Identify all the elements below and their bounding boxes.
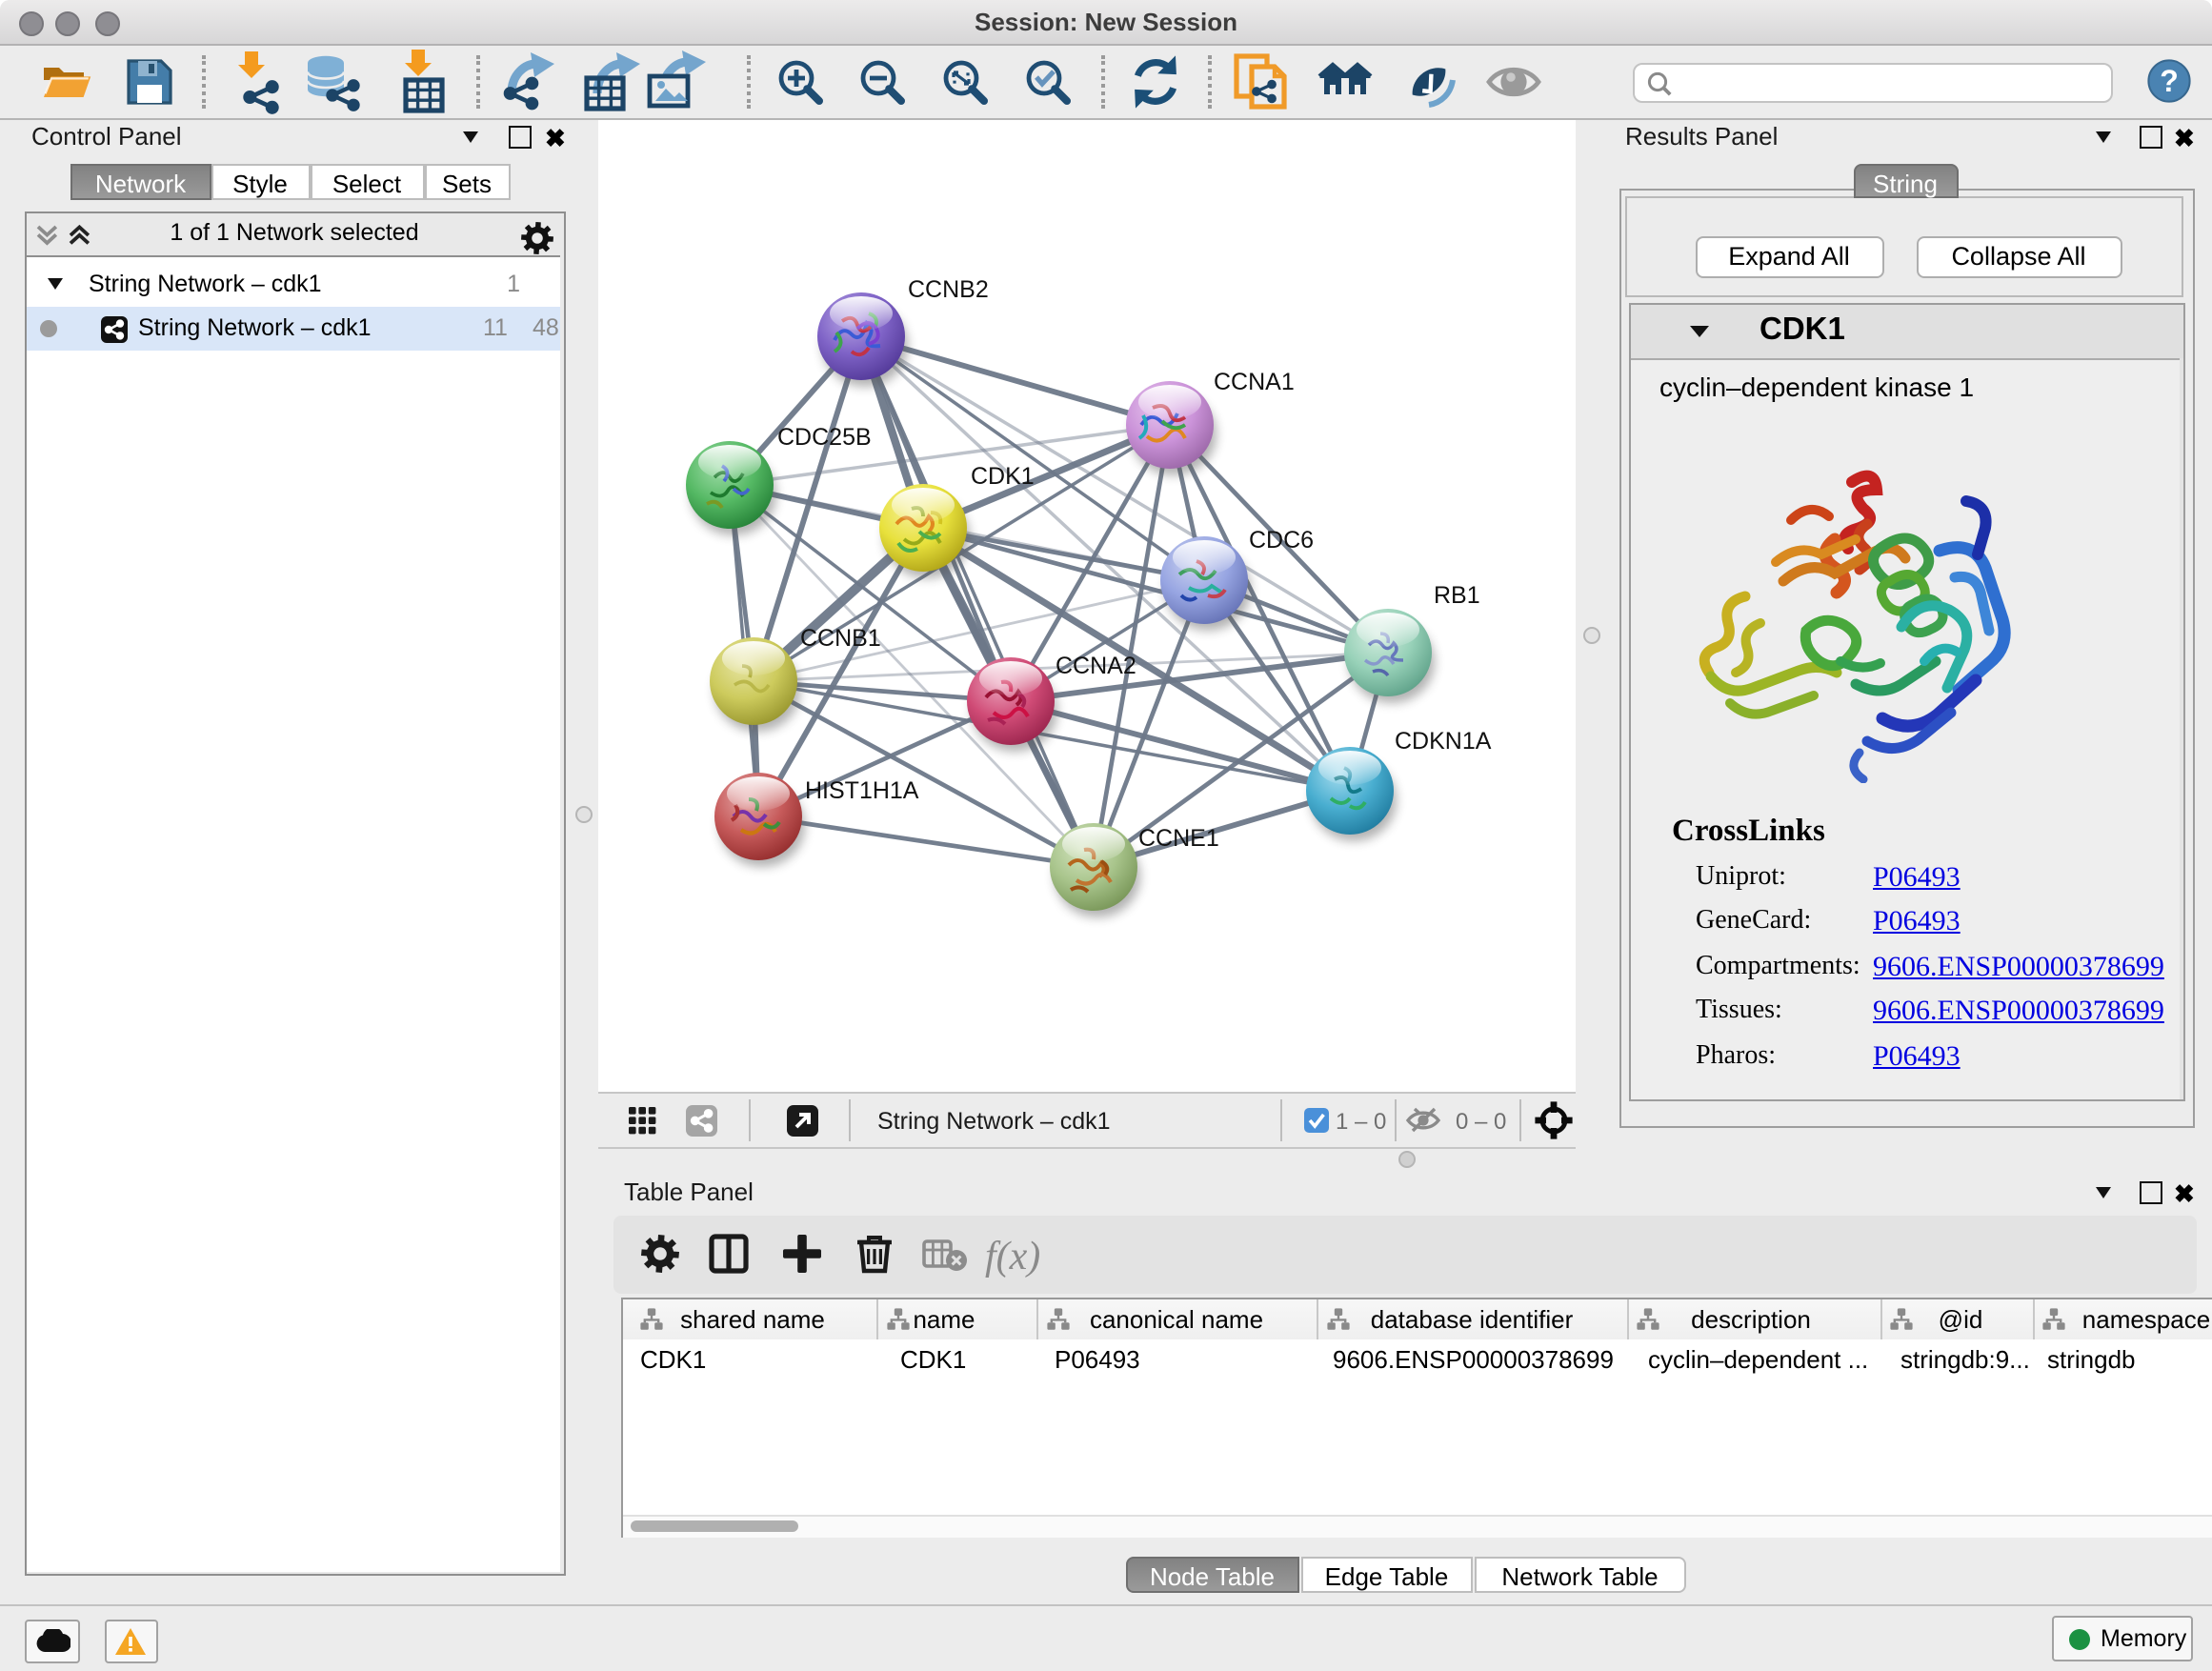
svg-text:0 – 0: 0 – 0 — [1455, 1108, 1505, 1134]
svg-text:RB1: RB1 — [1433, 581, 1479, 608]
svg-text:CDC25B: CDC25B — [776, 423, 871, 450]
svg-text:CDK1: CDK1 — [970, 462, 1034, 489]
svg-text:CDC6: CDC6 — [1248, 526, 1313, 553]
svg-text:CCNE1: CCNE1 — [1137, 824, 1218, 851]
svg-text:CCNA1: CCNA1 — [1213, 368, 1294, 394]
svg-text:CDKN1A: CDKN1A — [1394, 727, 1491, 754]
svg-text:CCNA2: CCNA2 — [1055, 652, 1136, 678]
svg-text:CCNB1: CCNB1 — [799, 624, 880, 651]
svg-text:CCNB2: CCNB2 — [907, 275, 988, 302]
svg-text:1 – 0: 1 – 0 — [1335, 1108, 1385, 1134]
svg-text:f(x): f(x) — [984, 1234, 1039, 1278]
svg-text:HIST1H1A: HIST1H1A — [804, 776, 918, 803]
svg-text:String Network – cdk1: String Network – cdk1 — [876, 1107, 1110, 1134]
svg-text:?: ? — [2160, 63, 2179, 97]
